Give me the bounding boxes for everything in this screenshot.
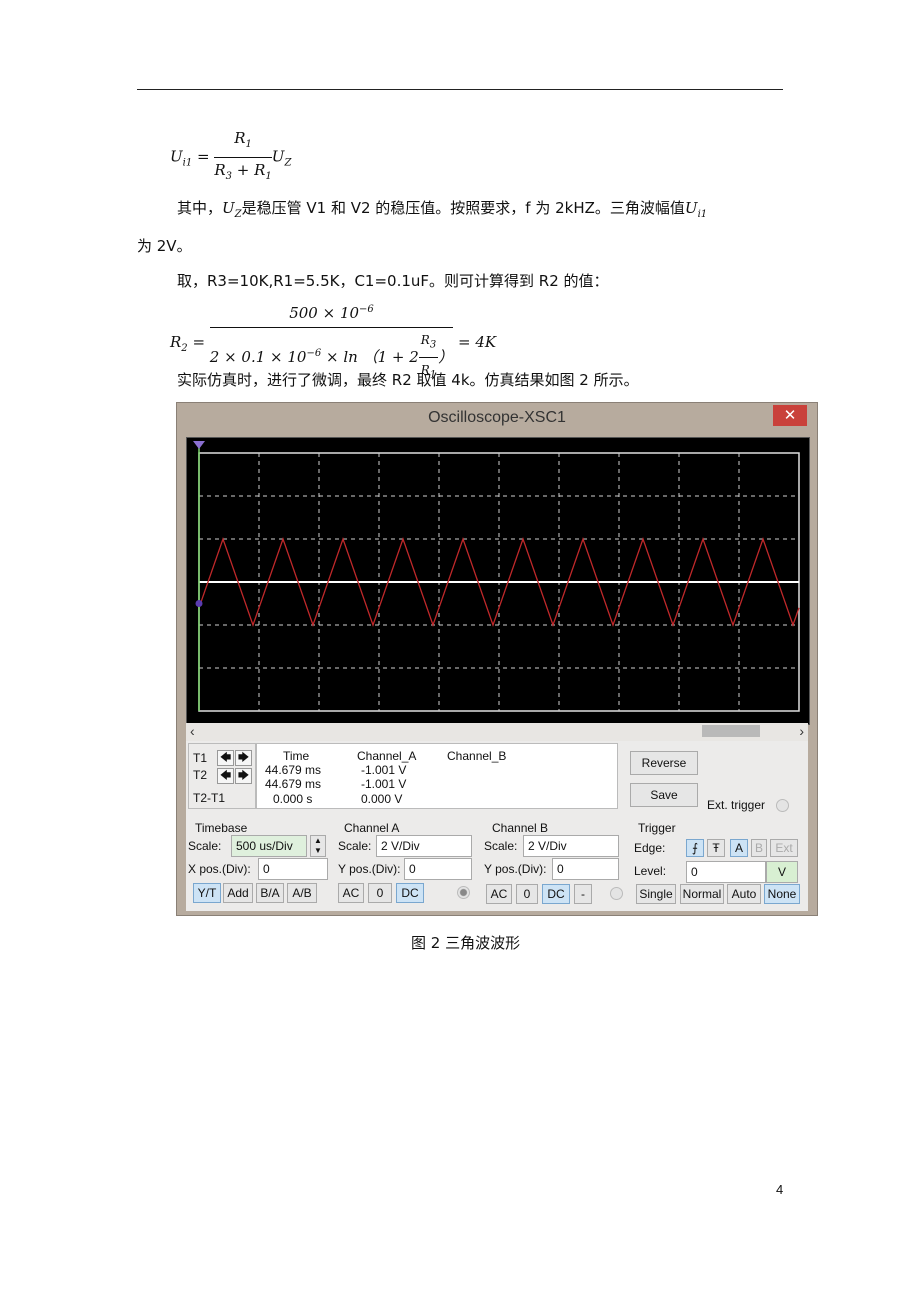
trigger-level-label: Level: bbox=[634, 864, 667, 878]
oscilloscope-screen bbox=[186, 437, 810, 725]
edge-rising-button[interactable]: ⨍ bbox=[686, 839, 704, 857]
scroll-left-icon[interactable]: ‹ bbox=[190, 723, 195, 739]
paragraph-2: 取，R3=10K,R1=5.5K，C1=0.1uF。则可计算得到 R2 的值： bbox=[177, 272, 609, 290]
channel-b-radio[interactable] bbox=[610, 887, 623, 900]
readout-header-channel-b: Channel_B bbox=[447, 749, 507, 763]
channel-a-radio[interactable] bbox=[457, 886, 470, 899]
channel-a-ypos-input[interactable]: 0 bbox=[404, 858, 472, 880]
channel-b-ypos-input[interactable]: 0 bbox=[552, 858, 619, 880]
channel-a-ac-button[interactable]: AC bbox=[338, 883, 364, 903]
mode-add-button[interactable]: Add bbox=[223, 883, 253, 903]
channel-b-title: Channel B bbox=[492, 821, 549, 835]
timebase-xpos-input[interactable]: 0 bbox=[258, 858, 328, 880]
trigger-source-a-button[interactable]: A bbox=[730, 839, 748, 857]
readout-t2-time: 44.679 ms bbox=[265, 777, 322, 791]
formula-uil: Ui1 = R1 R3 + R1 UZ bbox=[170, 129, 292, 182]
page-number: 4 bbox=[776, 1182, 784, 1197]
edge-falling-button[interactable]: Ŧ bbox=[707, 839, 725, 857]
trigger-level-unit[interactable]: V bbox=[766, 861, 798, 883]
close-button[interactable]: ✕ bbox=[773, 405, 807, 426]
figure-caption: 图 2 三角波波形 bbox=[411, 934, 521, 952]
timebase-scale-label: Scale: bbox=[188, 839, 222, 853]
channel-a-ypos-label: Y pos.(Div): bbox=[338, 862, 401, 876]
channel-a-dc-button[interactable]: DC bbox=[396, 883, 424, 903]
channel-b-scale-input[interactable]: 2 V/Div bbox=[523, 835, 619, 857]
trigger-normal-button[interactable]: Normal bbox=[680, 884, 724, 904]
channel-b-zero-button[interactable]: 0 bbox=[516, 884, 538, 904]
readout-diff-channel-a: 0.000 V bbox=[361, 792, 403, 806]
timebase-scale-input[interactable]: 500 us/Div bbox=[231, 835, 307, 857]
trigger-source-b-button[interactable]: B bbox=[751, 839, 767, 857]
channel-a-scale-input[interactable]: 2 V/Div bbox=[376, 835, 472, 857]
cursor-controls: T1 🡄 🡆 T2 🡄 🡆 T2-T1 bbox=[188, 743, 256, 809]
paragraph-3: 实际仿真时，进行了微调，最终 R2 取值 4k。仿真结果如图 2 所示。 bbox=[177, 371, 639, 389]
readout-header-channel-a: Channel_A bbox=[357, 749, 417, 763]
t1-label: T1 bbox=[193, 751, 208, 765]
trigger-source-ext-button[interactable]: Ext bbox=[770, 839, 798, 857]
paragraph-1: 其中，UZ是稳压管 V1 和 V2 的稳压值。按照要求，f 为 2kHZ。三角波… bbox=[177, 199, 708, 220]
paragraph-1-cont: 为 2V。 bbox=[137, 237, 192, 255]
mode-ab-button[interactable]: A/B bbox=[287, 883, 317, 903]
channel-b-ypos-label: Y pos.(Div): bbox=[484, 862, 547, 876]
trigger-title: Trigger bbox=[638, 821, 676, 835]
trigger-none-button[interactable]: None bbox=[764, 884, 800, 904]
oscilloscope-window: Oscilloscope-XSC1 ✕ ‹ › T1 🡄 🡆 T2 🡄 🡆 T2… bbox=[176, 402, 818, 916]
channel-a-scale-label: Scale: bbox=[338, 839, 372, 853]
header-rule bbox=[137, 89, 783, 90]
timebase-title: Timebase bbox=[195, 821, 248, 835]
scroll-right-icon[interactable]: › bbox=[799, 723, 804, 739]
readout-t2-channel-a: -1.001 V bbox=[361, 777, 407, 791]
t2-label: T2 bbox=[193, 768, 208, 782]
readout-t1-channel-a: -1.001 V bbox=[361, 763, 407, 777]
save-button[interactable]: Save bbox=[630, 783, 698, 807]
timebase-scale-spinner[interactable]: ▲ ▼ bbox=[310, 835, 326, 857]
cursor-readout: Time Channel_A Channel_B 44.679 ms -1.00… bbox=[256, 743, 618, 809]
channel-a-marker bbox=[195, 600, 203, 607]
t2-left-arrow-icon[interactable]: 🡄 bbox=[217, 768, 234, 784]
trigger-edge-label: Edge: bbox=[634, 841, 666, 855]
t2-right-arrow-icon[interactable]: 🡆 bbox=[235, 768, 252, 784]
control-panel: T1 🡄 🡆 T2 🡄 🡆 T2-T1 Time Channel_A Chann… bbox=[186, 741, 808, 911]
horizontal-scrollbar[interactable]: ‹ › bbox=[186, 723, 808, 741]
trigger-level-input[interactable]: 0 bbox=[686, 861, 766, 883]
mode-yt-button[interactable]: Y/T bbox=[193, 883, 221, 903]
ext-trigger-radio[interactable] bbox=[776, 799, 789, 812]
channel-b-invert-button[interactable]: - bbox=[574, 884, 592, 904]
readout-t1-time: 44.679 ms bbox=[265, 763, 322, 777]
reverse-button[interactable]: Reverse bbox=[630, 751, 698, 775]
channel-a-zero-button[interactable]: 0 bbox=[368, 883, 392, 903]
channel-b-ac-button[interactable]: AC bbox=[486, 884, 512, 904]
ext-trigger-label: Ext. trigger bbox=[707, 798, 766, 812]
t2-t1-label: T2-T1 bbox=[193, 791, 226, 805]
trigger-single-button[interactable]: Single bbox=[636, 884, 676, 904]
channel-b-scale-label: Scale: bbox=[484, 839, 518, 853]
waveform-display bbox=[193, 441, 800, 712]
channel-b-dc-button[interactable]: DC bbox=[542, 884, 570, 904]
channel-a-title: Channel A bbox=[344, 821, 400, 835]
timebase-xpos-label: X pos.(Div): bbox=[188, 862, 251, 876]
t1-left-arrow-icon[interactable]: 🡄 bbox=[217, 750, 234, 766]
readout-header-time: Time bbox=[283, 749, 310, 763]
cursor-t1-handle bbox=[193, 441, 205, 449]
mode-ba-button[interactable]: B/A bbox=[256, 883, 284, 903]
t1-right-arrow-icon[interactable]: 🡆 bbox=[235, 750, 252, 766]
readout-diff-time: 0.000 s bbox=[273, 792, 313, 806]
scroll-thumb[interactable] bbox=[702, 725, 760, 737]
trigger-auto-button[interactable]: Auto bbox=[727, 884, 761, 904]
window-title: Oscilloscope-XSC1 bbox=[428, 409, 566, 426]
